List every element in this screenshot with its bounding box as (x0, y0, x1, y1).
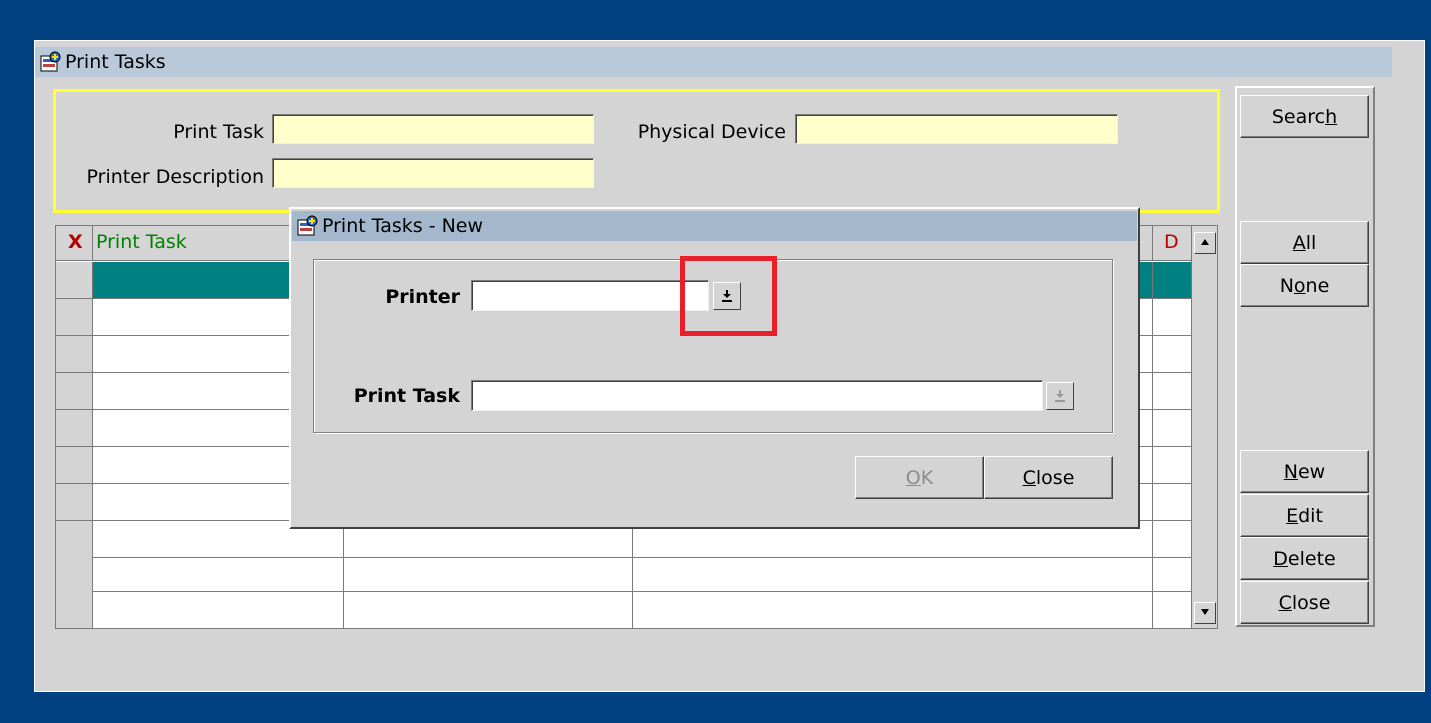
main-title-bar: Print Tasks (35, 47, 1392, 77)
all-button[interactable]: All (1240, 221, 1369, 264)
scroll-up-button[interactable] (1194, 232, 1216, 254)
physical-device-input[interactable] (795, 114, 1118, 144)
dialog-title-bar: Print Tasks - New (292, 211, 1137, 241)
row-selector[interactable] (56, 373, 93, 409)
dropdown-arrow-icon (1055, 390, 1065, 402)
row-selector[interactable] (56, 555, 93, 591)
highlight-box (680, 256, 777, 336)
delete-button[interactable]: Delete (1240, 537, 1369, 580)
app-icon (297, 215, 319, 237)
app-icon (40, 51, 62, 73)
table-row[interactable] (56, 591, 1191, 628)
row-selector[interactable] (56, 299, 93, 335)
select-column-header[interactable]: X (68, 231, 83, 253)
print-task-column-header[interactable]: Print Task (96, 231, 187, 253)
printer-label: Printer (385, 286, 460, 308)
arrow-down-icon (1201, 609, 1209, 615)
main-title: Print Tasks (65, 51, 166, 73)
printer-description-input[interactable] (272, 158, 594, 188)
dialog-close-button[interactable]: Close (984, 456, 1113, 499)
new-button[interactable]: New (1240, 450, 1369, 493)
print-task-label: Print Task (173, 121, 264, 143)
close-button[interactable]: Close (1240, 581, 1369, 624)
d-column-header[interactable]: D (1164, 231, 1179, 253)
print-task-input[interactable] (272, 114, 594, 144)
print-task-dialog-input[interactable] (471, 380, 1043, 411)
edit-button[interactable]: Edit (1240, 494, 1369, 537)
row-selector[interactable] (56, 484, 93, 520)
arrow-up-icon (1201, 239, 1209, 245)
printer-description-label: Printer Description (86, 166, 264, 188)
row-selector[interactable] (56, 591, 93, 628)
row-selector[interactable] (56, 447, 93, 483)
printer-input[interactable] (471, 280, 709, 311)
physical-device-label: Physical Device (637, 121, 786, 143)
grid-scrollbar[interactable] (1191, 226, 1217, 628)
none-button[interactable]: No ne (1240, 264, 1369, 307)
dialog-title: Print Tasks - New (322, 215, 484, 237)
print-task-dialog-label: Print Task (353, 385, 460, 407)
row-selector[interactable] (56, 336, 93, 372)
ok-button[interactable]: OK (855, 456, 984, 499)
search-panel (53, 89, 1220, 213)
scroll-down-button[interactable] (1194, 602, 1216, 624)
search-button[interactable]: Searc h (1240, 95, 1369, 138)
row-selector[interactable] (56, 262, 93, 298)
table-row[interactable] (56, 555, 1191, 592)
row-selector[interactable] (56, 521, 93, 557)
row-selector[interactable] (56, 410, 93, 446)
print-task-dropdown-button[interactable] (1046, 382, 1074, 410)
